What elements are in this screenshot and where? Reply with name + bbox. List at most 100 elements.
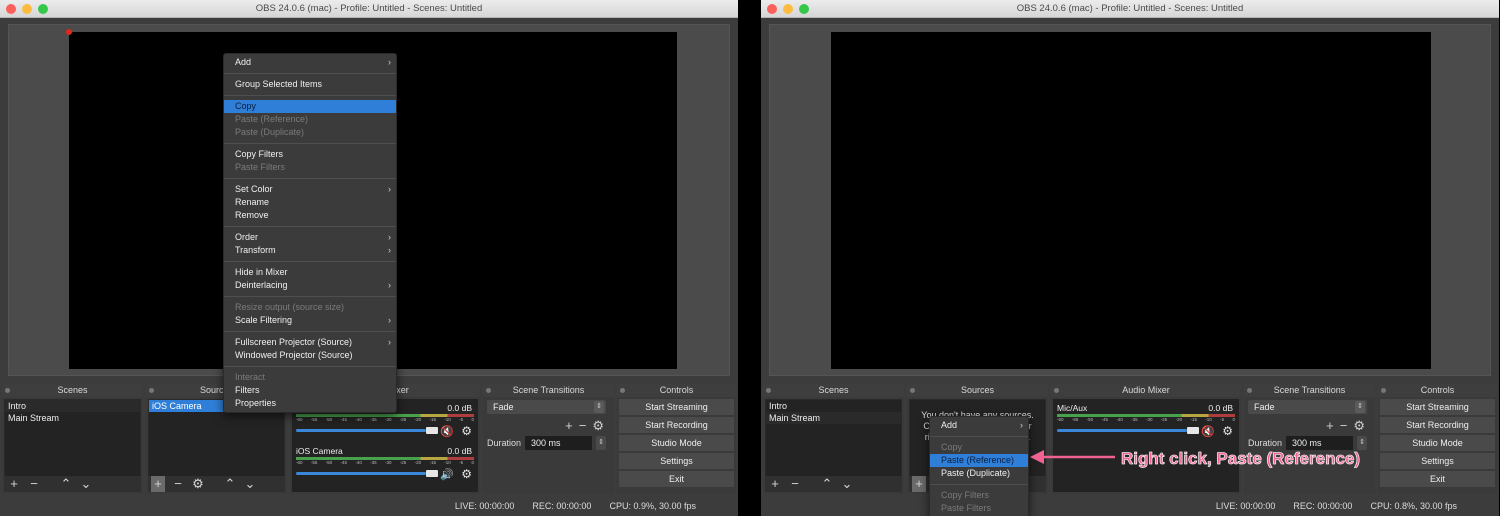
scene-item[interactable]: Intro: [5, 400, 140, 412]
remove-scene-button[interactable]: −: [27, 476, 41, 492]
dock-float-icon[interactable]: [5, 388, 10, 393]
transition-gear-icon[interactable]: ⚙: [592, 418, 604, 434]
menu-item-set-color[interactable]: Set Color ›: [224, 183, 396, 196]
transition-select[interactable]: Fade ⇕: [1248, 400, 1367, 414]
menu-item-label: Scale Filtering: [235, 315, 293, 325]
minimize-window-button[interactable]: [22, 4, 32, 14]
menu-item-add[interactable]: Add ›: [224, 56, 396, 69]
scene-item[interactable]: Intro: [766, 400, 901, 412]
menu-item-add[interactable]: Add ›: [930, 419, 1028, 432]
exit-button[interactable]: Exit: [619, 471, 734, 487]
menu-item-scale-filtering[interactable]: Scale Filtering ›: [224, 314, 396, 327]
dock-float-icon[interactable]: [766, 388, 771, 393]
menu-item-filters[interactable]: Filters: [224, 384, 396, 397]
remove-scene-button[interactable]: −: [788, 476, 802, 492]
menu-item-properties[interactable]: Properties: [224, 397, 396, 410]
transition-select[interactable]: Fade ⇕: [487, 400, 606, 414]
menu-item-deinterlacing[interactable]: Deinterlacing ›: [224, 279, 396, 292]
studio-mode-button[interactable]: Studio Mode: [1380, 435, 1495, 451]
volume-slider[interactable]: [296, 427, 438, 434]
zoom-window-button[interactable]: [799, 4, 809, 14]
duration-input[interactable]: 300 ms: [525, 436, 592, 450]
channel-gear-icon[interactable]: ⚙: [461, 424, 472, 438]
menu-item-paste-duplicate[interactable]: Paste (Duplicate): [930, 467, 1028, 480]
mixer-dock-title: Audio Mixer: [1051, 384, 1241, 397]
dock-float-icon[interactable]: [486, 388, 491, 393]
duration-spinner[interactable]: ⇕: [1357, 436, 1367, 450]
add-transition-button[interactable]: +: [1326, 418, 1334, 434]
duration-spinner[interactable]: ⇕: [596, 436, 606, 450]
menu-item-copy[interactable]: Copy: [224, 100, 396, 113]
settings-button[interactable]: Settings: [619, 453, 734, 469]
menu-item-order[interactable]: Order ›: [224, 231, 396, 244]
scene-item[interactable]: Main Stream: [5, 412, 140, 424]
menu-item-group-selected-items[interactable]: Group Selected Items: [224, 78, 396, 91]
start-streaming-button[interactable]: Start Streaming: [1380, 399, 1495, 415]
dock-float-icon[interactable]: [1247, 388, 1252, 393]
preview-area[interactable]: [769, 24, 1491, 376]
title-bar: OBS 24.0.6 (mac) - Profile: Untitled - S…: [0, 0, 738, 18]
scenes-list[interactable]: Intro Main Stream: [765, 399, 902, 477]
add-scene-button[interactable]: +: [7, 476, 21, 492]
minimize-window-button[interactable]: [783, 4, 793, 14]
scene-item[interactable]: Main Stream: [766, 412, 901, 424]
add-source-button[interactable]: +: [912, 476, 926, 492]
close-window-button[interactable]: [767, 4, 777, 14]
meter-tick-label: -40: [355, 460, 362, 465]
move-source-down-button[interactable]: ⌄: [243, 476, 257, 492]
dock-float-icon[interactable]: [1381, 388, 1386, 393]
menu-item-rename[interactable]: Rename: [224, 196, 396, 209]
add-source-button[interactable]: +: [151, 476, 165, 492]
menu-item-transform[interactable]: Transform ›: [224, 244, 396, 257]
move-scene-down-button[interactable]: ⌄: [840, 476, 854, 492]
settings-button[interactable]: Settings: [1380, 453, 1495, 469]
dock-float-icon[interactable]: [620, 388, 625, 393]
muted-speaker-icon[interactable]: 🔇: [1201, 425, 1215, 438]
volume-slider-knob[interactable]: [1187, 427, 1199, 434]
menu-item-paste-reference[interactable]: Paste (Reference): [930, 454, 1028, 467]
menu-item-hide-in-mixer[interactable]: Hide in Mixer: [224, 266, 396, 279]
menu-item-remove[interactable]: Remove: [224, 209, 396, 222]
remove-source-button[interactable]: −: [171, 476, 185, 492]
move-scene-up-button[interactable]: ⌃: [820, 476, 834, 492]
remove-transition-button[interactable]: −: [579, 418, 587, 434]
source-resize-handle[interactable]: [66, 29, 72, 35]
submenu-chevron-icon: ›: [388, 57, 391, 67]
close-window-button[interactable]: [6, 4, 16, 14]
menu-item-windowed-projector-source[interactable]: Windowed Projector (Source): [224, 349, 396, 362]
volume-slider[interactable]: [296, 470, 438, 477]
add-transition-button[interactable]: +: [565, 418, 573, 434]
remove-transition-button[interactable]: −: [1340, 418, 1348, 434]
move-scene-down-button[interactable]: ⌄: [79, 476, 93, 492]
submenu-chevron-icon: ›: [1020, 420, 1023, 430]
move-scene-up-button[interactable]: ⌃: [59, 476, 73, 492]
meter-tick-label: -45: [1101, 417, 1108, 422]
menu-item-fullscreen-projector-source[interactable]: Fullscreen Projector (Source) ›: [224, 336, 396, 349]
source-properties-gear-icon[interactable]: ⚙: [191, 476, 205, 492]
select-arrows-icon: ⇕: [1355, 401, 1365, 413]
start-recording-button[interactable]: Start Recording: [1380, 417, 1495, 433]
scenes-list[interactable]: Intro Main Stream: [4, 399, 141, 477]
transition-gear-icon[interactable]: ⚙: [1353, 418, 1365, 434]
volume-slider-knob[interactable]: [426, 427, 438, 434]
start-streaming-button[interactable]: Start Streaming: [619, 399, 734, 415]
speaker-icon[interactable]: 🔊: [440, 468, 454, 481]
muted-speaker-icon[interactable]: 🔇: [440, 425, 454, 438]
add-scene-button[interactable]: +: [768, 476, 782, 492]
channel-gear-icon[interactable]: ⚙: [461, 467, 472, 481]
dock-float-icon[interactable]: [149, 388, 154, 393]
duration-input[interactable]: 300 ms: [1286, 436, 1353, 450]
preview-canvas[interactable]: [831, 32, 1431, 369]
zoom-window-button[interactable]: [38, 4, 48, 14]
channel-gear-icon[interactable]: ⚙: [1222, 424, 1233, 438]
studio-mode-button[interactable]: Studio Mode: [619, 435, 734, 451]
move-source-up-button[interactable]: ⌃: [223, 476, 237, 492]
dock-float-icon[interactable]: [1054, 388, 1059, 393]
volume-slider[interactable]: [1057, 427, 1199, 434]
volume-slider-knob[interactable]: [426, 470, 438, 477]
menu-item-copy-filters[interactable]: Copy Filters: [224, 148, 396, 161]
start-recording-button[interactable]: Start Recording: [619, 417, 734, 433]
dock-float-icon[interactable]: [910, 388, 915, 393]
exit-button[interactable]: Exit: [1380, 471, 1495, 487]
status-bar: LIVE: 00:00:00 REC: 00:00:00 CPU: 0.9%, …: [0, 496, 738, 516]
